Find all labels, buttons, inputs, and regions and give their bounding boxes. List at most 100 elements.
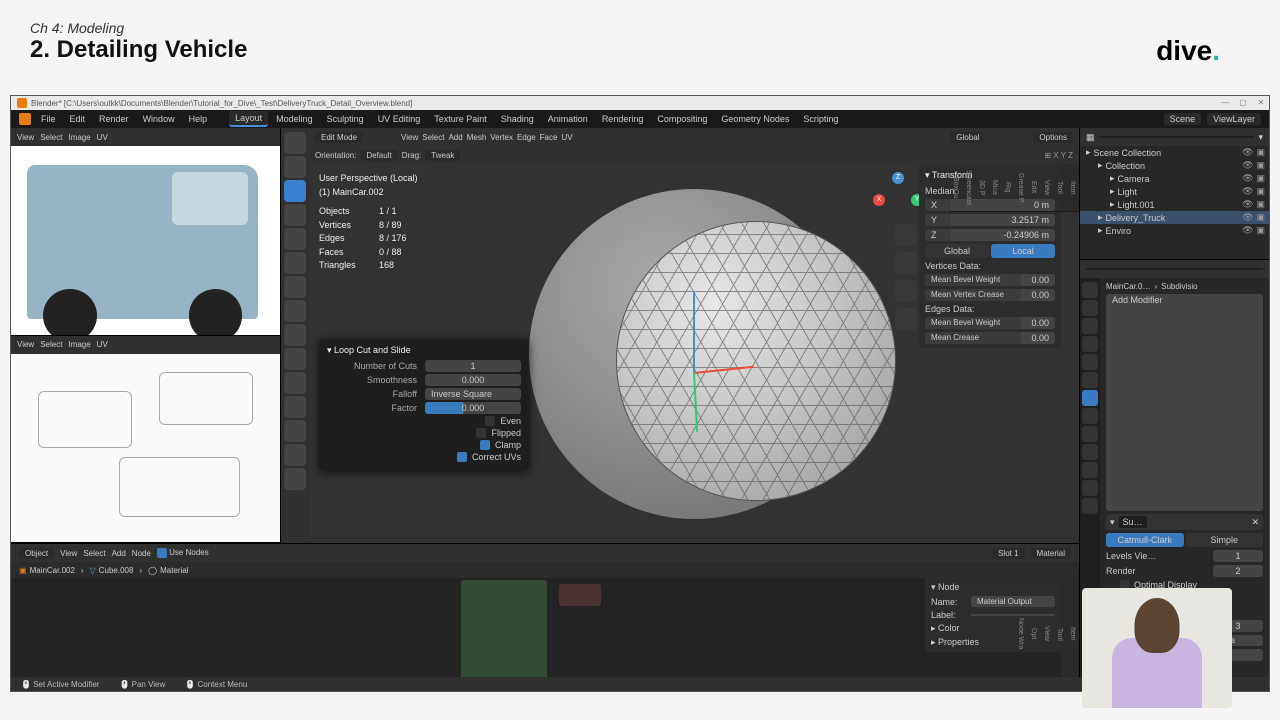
tool-cursor[interactable] xyxy=(284,132,306,154)
ref-menu-uv[interactable]: UV xyxy=(97,133,108,142)
shader-menu-select[interactable]: Select xyxy=(83,549,105,558)
camera-icon[interactable] xyxy=(895,280,917,302)
menu-render[interactable]: Render xyxy=(93,112,135,126)
tool-loopcut[interactable] xyxy=(284,420,306,442)
workspace-uvediting[interactable]: UV Editing xyxy=(372,112,427,126)
vp-menu-face[interactable]: Face xyxy=(540,133,558,142)
catmull-btn[interactable]: Catmull-Clark xyxy=(1106,533,1184,547)
sntab-nodewrap[interactable]: Node Wra xyxy=(1014,578,1027,691)
outliner-row[interactable]: ▸Light👁▣ xyxy=(1080,185,1269,198)
prop-tab-physics[interactable] xyxy=(1082,426,1098,442)
pivot-dropdown[interactable]: Global xyxy=(950,132,985,143)
node-principled[interactable] xyxy=(461,580,547,688)
ref2-menu-view[interactable]: View xyxy=(17,340,34,349)
tool-extrude[interactable] xyxy=(284,348,306,370)
mesh-wheel[interactable] xyxy=(616,221,896,501)
prop-tab-constraints[interactable] xyxy=(1082,444,1098,460)
ref2-menu-uv[interactable]: UV xyxy=(97,340,108,349)
options-dropdown[interactable]: Options xyxy=(1033,132,1073,143)
ref-image-van-color[interactable] xyxy=(11,146,280,335)
modifier-name[interactable]: Su… xyxy=(1119,516,1147,528)
menu-window[interactable]: Window xyxy=(137,112,181,126)
outliner-row[interactable]: ▸Enviro👁▣ xyxy=(1080,224,1269,237)
ntab-edit[interactable]: Edit xyxy=(1027,164,1040,212)
ntab-tool[interactable]: Tool xyxy=(1053,164,1066,212)
workspace-geometrynodes[interactable]: Geometry Nodes xyxy=(715,112,795,126)
tool-annotate[interactable] xyxy=(284,276,306,298)
clamp-checkbox[interactable] xyxy=(480,440,490,450)
npanel-mvc-val[interactable]: 0.00 xyxy=(1021,289,1055,301)
tool-inset[interactable] xyxy=(284,372,306,394)
vp-menu-edge[interactable]: Edge xyxy=(517,133,536,142)
shader-menu-node[interactable]: Node xyxy=(132,549,151,558)
workspace-sculpting[interactable]: Sculpting xyxy=(321,112,370,126)
smooth-field[interactable]: 0.000 xyxy=(425,374,521,386)
simple-btn[interactable]: Simple xyxy=(1186,533,1264,547)
workspace-rendering[interactable]: Rendering xyxy=(596,112,650,126)
menu-edit[interactable]: Edit xyxy=(64,112,92,126)
vp-menu-vertex[interactable]: Vertex xyxy=(490,133,513,142)
nav-gizmo[interactable]: Z X Y xyxy=(877,172,919,214)
shader-menu-add[interactable]: Add xyxy=(112,549,126,558)
prop-tab-object[interactable] xyxy=(1082,372,1098,388)
ref-menu-select[interactable]: Select xyxy=(40,133,62,142)
levels-field[interactable]: 1 xyxy=(1213,550,1263,562)
npanel-mbw-val[interactable]: 0.00 xyxy=(1021,274,1055,286)
tool-knife[interactable] xyxy=(284,444,306,466)
props-bc-0[interactable]: MainCar.0… xyxy=(1106,282,1150,291)
workspace-scripting[interactable]: Scripting xyxy=(797,112,844,126)
tool-select[interactable] xyxy=(284,156,306,178)
workspace-layout[interactable]: Layout xyxy=(229,111,268,127)
outliner-row[interactable]: ▸Delivery_Truck👁▣ xyxy=(1080,211,1269,224)
window-minimize[interactable]: — xyxy=(1219,98,1231,108)
vp-menu-mesh[interactable]: Mesh xyxy=(467,133,487,142)
tool-rotate[interactable] xyxy=(284,204,306,226)
ntab-view[interactable]: View xyxy=(1040,164,1053,212)
outliner-row[interactable]: ▸Light.001👁▣ xyxy=(1080,198,1269,211)
node-properties-head[interactable]: Properties xyxy=(938,637,979,647)
perspective-icon[interactable] xyxy=(895,308,917,330)
even-checkbox[interactable] xyxy=(485,416,495,426)
ref-menu-view[interactable]: View xyxy=(17,133,34,142)
outliner-search[interactable] xyxy=(1099,136,1255,138)
ntab-rig[interactable]: Rig xyxy=(1001,164,1014,212)
bc-maincar[interactable]: ▣MainCar.002 xyxy=(19,566,75,575)
prop-tab-mesh[interactable] xyxy=(1082,462,1098,478)
npanel-z-val[interactable]: -0.24906 m xyxy=(951,229,1055,241)
vp-menu-select[interactable]: Select xyxy=(422,133,444,142)
npanel-mbw2-val[interactable]: 0.00 xyxy=(1021,317,1055,329)
outliner-icon[interactable]: ▦ xyxy=(1086,132,1095,143)
prop-tab-modifier[interactable] xyxy=(1082,390,1098,406)
tool-bevel[interactable] xyxy=(284,396,306,418)
prop-tab-scene[interactable] xyxy=(1082,336,1098,352)
shader-graph[interactable]: ▾ Node Name:Material Output Label: ▸ Col… xyxy=(11,578,1079,691)
npanel-global-btn[interactable]: Global xyxy=(925,244,989,258)
tool-add[interactable] xyxy=(284,324,306,346)
slot-dropdown[interactable]: Slot 1 xyxy=(992,548,1024,559)
ref2-menu-select[interactable]: Select xyxy=(40,340,62,349)
prop-tab-particles[interactable] xyxy=(1082,408,1098,424)
npanel-y-val[interactable]: 3.2517 m xyxy=(951,214,1055,226)
prop-tab-texture[interactable] xyxy=(1082,498,1098,514)
drag-dropdown[interactable]: Tweak xyxy=(425,150,460,161)
sntab-view[interactable]: View xyxy=(1040,578,1053,691)
sntab-tool[interactable]: Tool xyxy=(1053,578,1066,691)
bc-cube[interactable]: ▽Cube.008 xyxy=(90,566,134,575)
modifier-delete-icon[interactable]: ✕ xyxy=(1251,517,1259,528)
node-color-head[interactable]: Color xyxy=(938,623,960,633)
ntab-item[interactable]: Item xyxy=(1066,164,1079,212)
ntab-grease[interactable]: Grease P xyxy=(1014,164,1027,212)
uvs-checkbox[interactable] xyxy=(457,452,467,462)
ntab-boxcu[interactable]: BoxCu xyxy=(949,164,962,212)
ref-menu-image[interactable]: Image xyxy=(68,133,90,142)
scene-select[interactable]: Scene xyxy=(1164,113,1202,125)
prop-tab-render[interactable] xyxy=(1082,282,1098,298)
orient-dropdown[interactable]: Default xyxy=(360,150,397,161)
filter-icon[interactable]: ▾ xyxy=(1258,132,1263,143)
workspace-texturepaint[interactable]: Texture Paint xyxy=(428,112,493,126)
blender-small-icon[interactable] xyxy=(19,113,31,125)
cuts-field[interactable]: 1 xyxy=(425,360,521,372)
window-close[interactable]: ✕ xyxy=(1255,98,1267,108)
npanel-mc-val[interactable]: 0.00 xyxy=(1021,332,1055,344)
sntab-item[interactable]: Item xyxy=(1066,578,1079,691)
